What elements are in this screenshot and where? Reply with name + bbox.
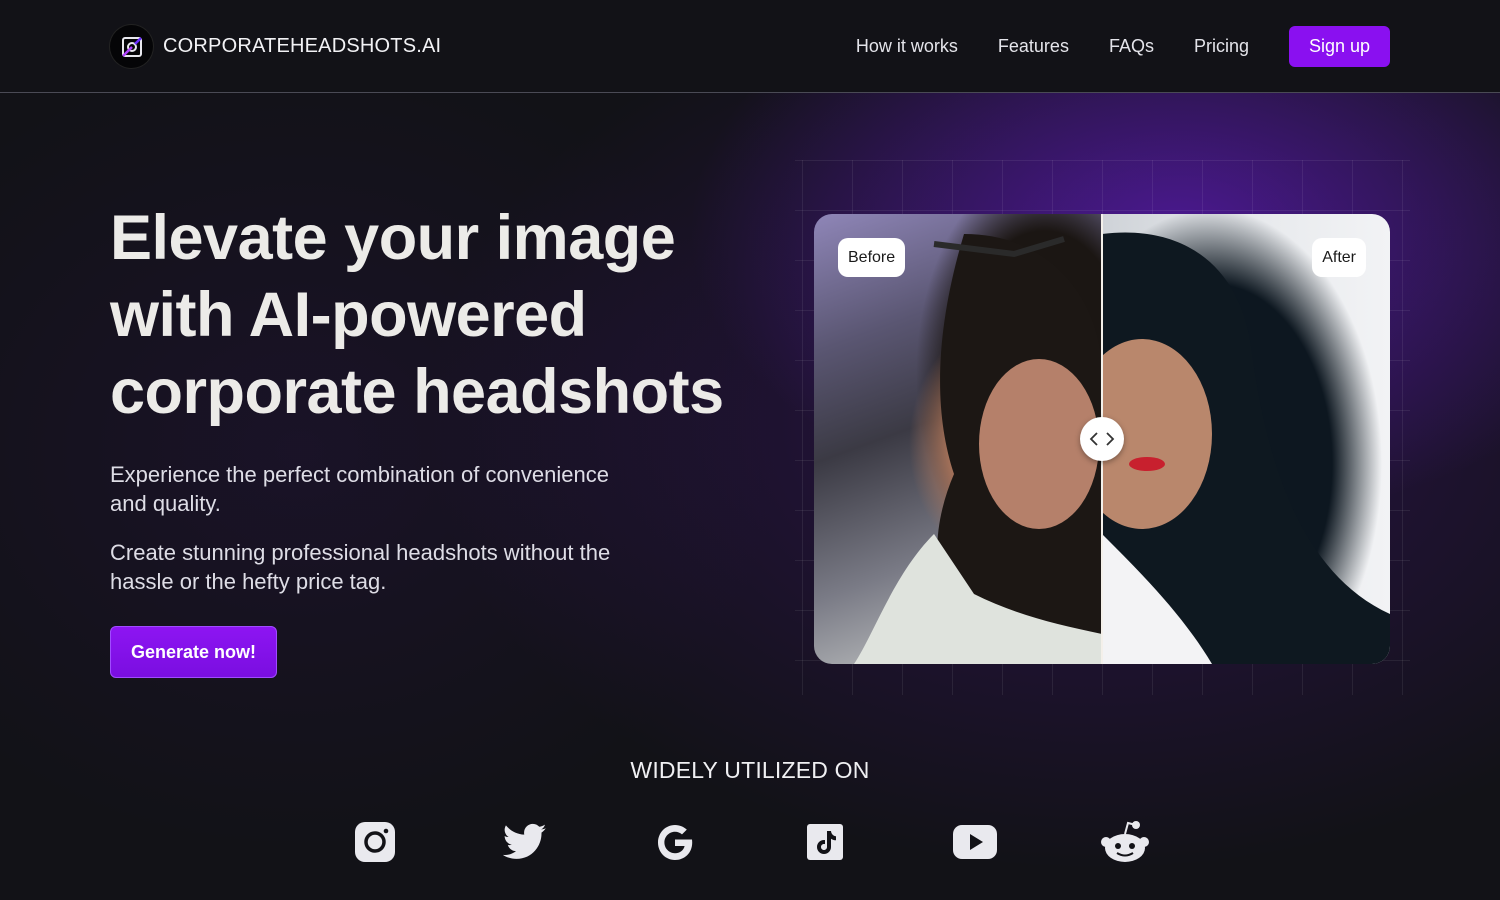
nav-features[interactable]: Features [998,26,1069,67]
tiktok-icon[interactable] [800,817,850,867]
hero-subtitle: Experience the perfect combination of co… [110,462,609,516]
site-header: CORPORATEHEADSHOTS.AI How it works Featu… [0,0,1500,93]
landing-page: CORPORATEHEADSHOTS.AI How it works Featu… [0,0,1500,900]
comparison-slider-handle[interactable] [1080,417,1124,461]
reddit-icon[interactable] [1100,817,1150,867]
chevrons-left-right-icon [1089,432,1115,446]
main-nav: How it works Features FAQs Pricing Sign … [856,26,1390,67]
before-after-comparison[interactable]: Before After [814,214,1390,664]
nav-how-it-works[interactable]: How it works [856,26,958,67]
brand[interactable]: CORPORATEHEADSHOTS.AI [110,25,441,68]
after-label: After [1312,238,1366,277]
youtube-icon[interactable] [950,817,1000,867]
google-icon[interactable] [650,817,700,867]
generate-now-button[interactable]: Generate now! [110,626,277,678]
nav-pricing[interactable]: Pricing [1194,26,1249,67]
hero-subtitle-secondary: Create stunning professional headshots w… [110,540,611,594]
twitter-icon[interactable] [500,817,550,867]
before-photo [814,214,1102,664]
brand-name: CORPORATEHEADSHOTS.AI [163,35,442,57]
widely-utilized-heading: WIDELY UTILIZED ON [630,757,870,783]
camera-aperture-logo-icon [110,25,153,68]
nav-faqs[interactable]: FAQs [1109,26,1154,67]
before-label: Before [838,238,906,277]
instagram-icon[interactable] [350,817,400,867]
sign-up-button[interactable]: Sign up [1289,26,1390,67]
hero-title: Elevate your image with AI-powered corpo… [110,203,724,427]
after-photo [1102,214,1390,664]
